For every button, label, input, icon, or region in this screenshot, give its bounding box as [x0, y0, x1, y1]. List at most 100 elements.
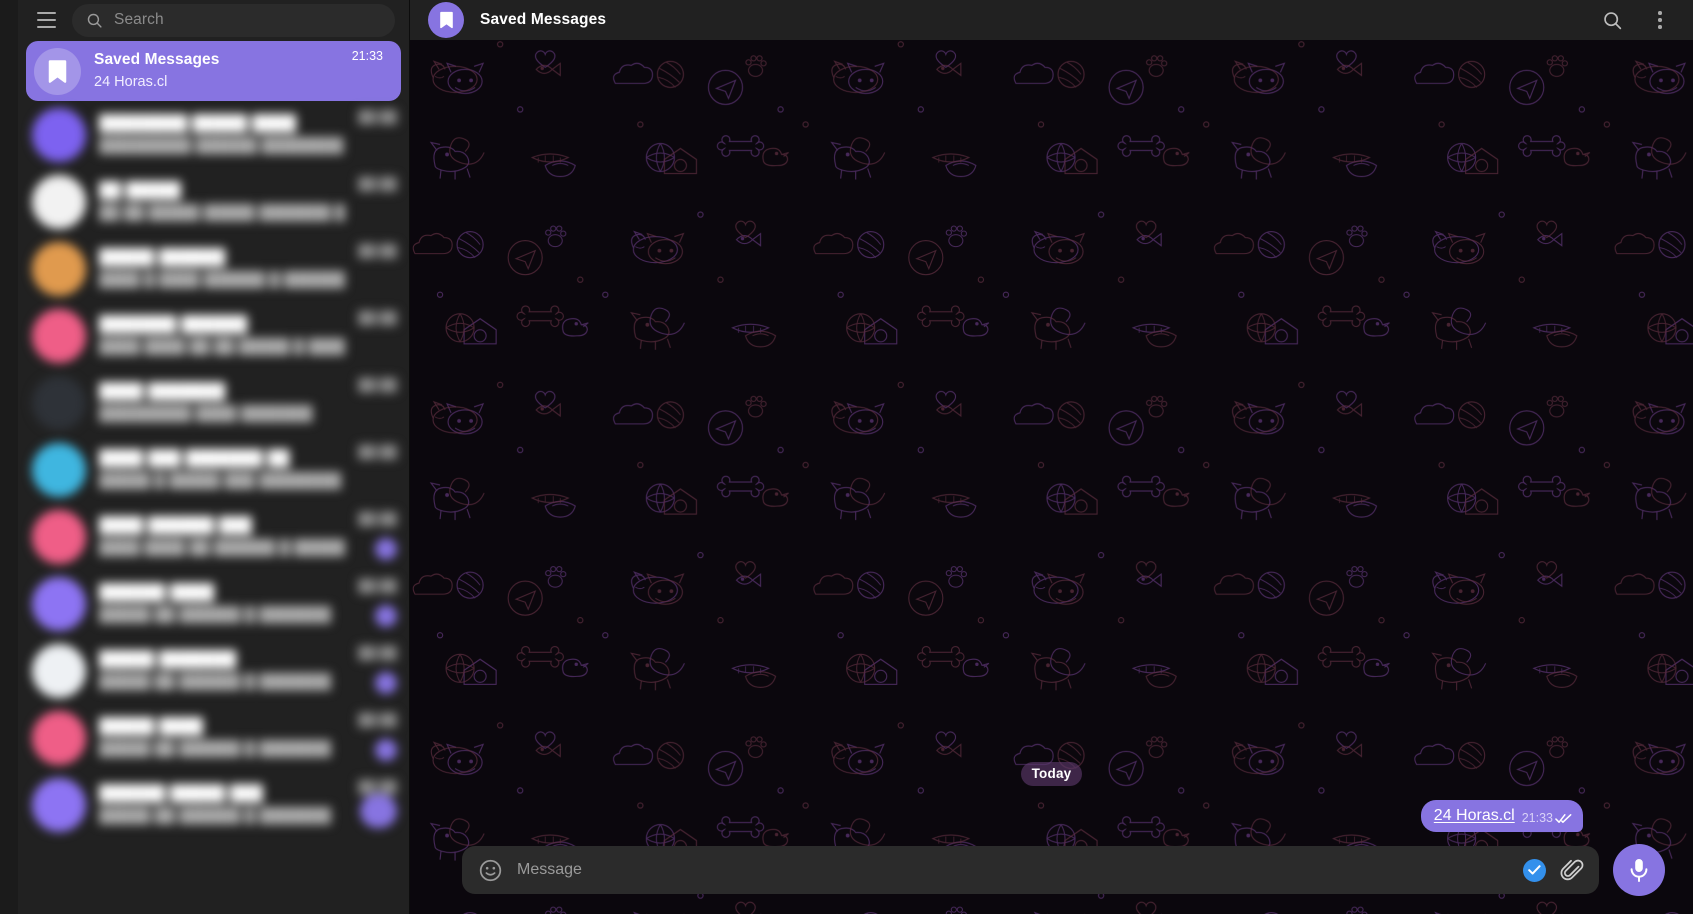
day-divider: Today: [410, 762, 1693, 786]
chat-list-item[interactable]: ██ █████ ██ ██ █████ █████ ███████ ██████…: [18, 168, 409, 235]
telegram-window: Search Saved Messages 24 Horas.cl 21:33 ███…: [0, 0, 1693, 914]
header-actions: [1595, 3, 1677, 37]
message-text[interactable]: 24 Horas.cl: [1434, 806, 1515, 826]
chat-item-title: Saved Messages: [94, 51, 220, 68]
avatar[interactable]: [32, 107, 86, 162]
chat-item-preview: ████ ████ ██ ██████ █ ███████: [99, 539, 346, 556]
chat-item-title: ████ ██████ ███: [99, 516, 252, 534]
chat-item-text: ██████ ████ █████ ██ ██████ █ ███████: [99, 583, 345, 625]
unread-badge: [375, 538, 397, 560]
check-glyph: [1528, 865, 1541, 875]
message-input[interactable]: Message: [462, 846, 1599, 894]
smiley-icon[interactable]: [478, 858, 503, 883]
chat-item-meta: ██:██: [358, 570, 397, 637]
chat-item-preview: 24 Horas.cl: [94, 74, 168, 90]
avatar[interactable]: [32, 643, 86, 698]
chat-item-meta: ██:██: [358, 771, 397, 838]
chat-item-meta: ██:██: [358, 436, 397, 503]
day-chip: Today: [1020, 762, 1083, 786]
unread-badge: [360, 794, 397, 828]
blue-check-icon[interactable]: [1523, 858, 1546, 882]
avatar[interactable]: [428, 2, 464, 38]
more-options-button[interactable]: [1643, 3, 1677, 37]
chat-item-timestamp: ██:██: [358, 579, 397, 593]
chat-list-item[interactable]: ████ ███ ███████ ██ █████ █ █████ ███ ███…: [18, 436, 409, 503]
chat-list[interactable]: Saved Messages 24 Horas.cl 21:33 ████████ █…: [18, 40, 409, 914]
chat-item-timestamp: ██:██: [358, 311, 397, 325]
avatar[interactable]: [32, 174, 86, 229]
chat-item-timestamp: 21:33: [351, 49, 383, 63]
paperclip-icon[interactable]: [1560, 858, 1585, 883]
chat-item-title: ███████ ██████: [99, 315, 248, 333]
chat-item-title: ████████ █████ ████: [99, 114, 297, 132]
chat-search-button[interactable]: [1595, 3, 1629, 37]
avatar[interactable]: [32, 375, 86, 430]
chat-item-title: ██████ ████: [99, 583, 215, 601]
chat-list-item[interactable]: █████ ████ █████ ██ ██████ █ ███████ ██:██: [18, 704, 409, 771]
chat-list-item[interactable]: █████ ██████ ████ █ ████ ██████ █ ███████…: [18, 235, 409, 302]
conversation-header: Saved Messages: [410, 0, 1693, 40]
chat-item-title: █████ ██████: [99, 248, 226, 266]
chat-item-title: █████ ████: [99, 717, 204, 735]
search-icon: [1603, 11, 1621, 29]
avatar[interactable]: [32, 576, 86, 631]
chat-item-preview: █████ ██ ██████ █ ███████: [99, 807, 331, 824]
chat-item-text: ████ ███ ███████ ██ █████ █ █████ ███ ███…: [99, 449, 345, 491]
avatar[interactable]: [32, 308, 86, 363]
chat-item-preview: █████ █ █████ ███ ████████ ███████: [99, 472, 345, 489]
message-bubble-outgoing[interactable]: 24 Horas.cl 21:33: [1420, 800, 1583, 832]
chat-list-item[interactable]: ██████ ████ █████ ██ ██████ █ ███████ ██:█…: [18, 570, 409, 637]
avatar[interactable]: [32, 442, 86, 497]
chat-item-text: █████ ███████ █████ ██ ██████ █ ███████: [99, 650, 345, 692]
chat-item-preview: █████████ ██████ ████████ █ ███████: [99, 137, 345, 154]
microphone-icon: [1630, 859, 1648, 882]
message-composer: Message: [410, 844, 1693, 914]
chat-item-meta: ██:██: [358, 168, 397, 235]
chat-item-meta: ██:██: [358, 369, 397, 436]
chat-list-item[interactable]: ██████ █████ ███ █████ ██ ██████ █ ██████…: [18, 771, 409, 838]
chat-item-timestamp: ██:██: [358, 177, 397, 191]
chat-item-meta: ██:██: [358, 503, 397, 570]
message-placeholder: Message: [517, 861, 582, 878]
message-area: Today 24 Horas.cl 21:33: [410, 40, 1693, 844]
chat-list-item[interactable]: ███████ ██████ ████ ████ ██ ██ █████ █ ██…: [18, 302, 409, 369]
search-input[interactable]: Search: [72, 3, 395, 37]
avatar[interactable]: [32, 777, 86, 832]
menu-icon[interactable]: [28, 2, 64, 38]
chat-item-title: ██████ █████ ███: [99, 784, 263, 802]
chat-item-title: ████ ███████: [99, 382, 226, 400]
chat-item-title: █████ ███████: [99, 650, 237, 668]
chat-list-item[interactable]: ████ ██████ ███ ████ ████ ██ ██████ █ ███…: [18, 503, 409, 570]
chat-item-text: █████ ████ █████ ██ ██████ █ ███████: [99, 717, 345, 759]
chat-item-text: Saved Messages 24 Horas.cl: [94, 50, 339, 92]
chat-item-timestamp: ██:██: [358, 512, 397, 526]
chat-item-meta: ██:██: [358, 704, 397, 771]
sidebar-topbar: Search: [18, 0, 409, 40]
avatar[interactable]: [34, 47, 81, 95]
record-voice-button[interactable]: [1613, 844, 1665, 896]
avatar[interactable]: [32, 710, 86, 765]
chat-item-meta: ██:██: [358, 637, 397, 704]
more-vertical-icon: [1658, 11, 1662, 29]
chat-item-text: ██ █████ ██ ██ █████ █████ ███████ ██████…: [99, 181, 345, 223]
chat-item-meta: ██:██: [358, 101, 397, 168]
chat-item-timestamp: ██:██: [358, 713, 397, 727]
chat-list-item[interactable]: ████ ███████ █████████ ████ ███████ ██:██: [18, 369, 409, 436]
page-title: Saved Messages: [480, 11, 607, 28]
chat-item-preview: ████ ████ ██ ██ █████ █ ███████: [99, 338, 346, 355]
chat-list-item[interactable]: █████ ███████ █████ ██ ██████ █ ███████ ██…: [18, 637, 409, 704]
chat-list-item-selected[interactable]: Saved Messages 24 Horas.cl 21:33: [26, 41, 401, 101]
chat-item-timestamp: ██:██: [358, 378, 397, 392]
chat-list-item[interactable]: ████████ █████ ████ █████████ ██████ ████…: [18, 101, 409, 168]
message-meta: 21:33: [1522, 811, 1572, 826]
chat-item-text: ████ ██████ ███ ████ ████ ██ ██████ █ ███…: [99, 516, 345, 558]
chat-item-timestamp: ██:██: [358, 646, 397, 660]
unread-badge: [375, 605, 397, 627]
unread-badge: [375, 672, 397, 694]
avatar[interactable]: [32, 509, 86, 564]
avatar[interactable]: [32, 241, 86, 296]
left-rail: [0, 0, 18, 914]
message-timestamp: 21:33: [1521, 811, 1553, 825]
chat-item-preview: █████████ ████ ███████: [99, 405, 313, 422]
bookmark-icon: [48, 59, 67, 83]
